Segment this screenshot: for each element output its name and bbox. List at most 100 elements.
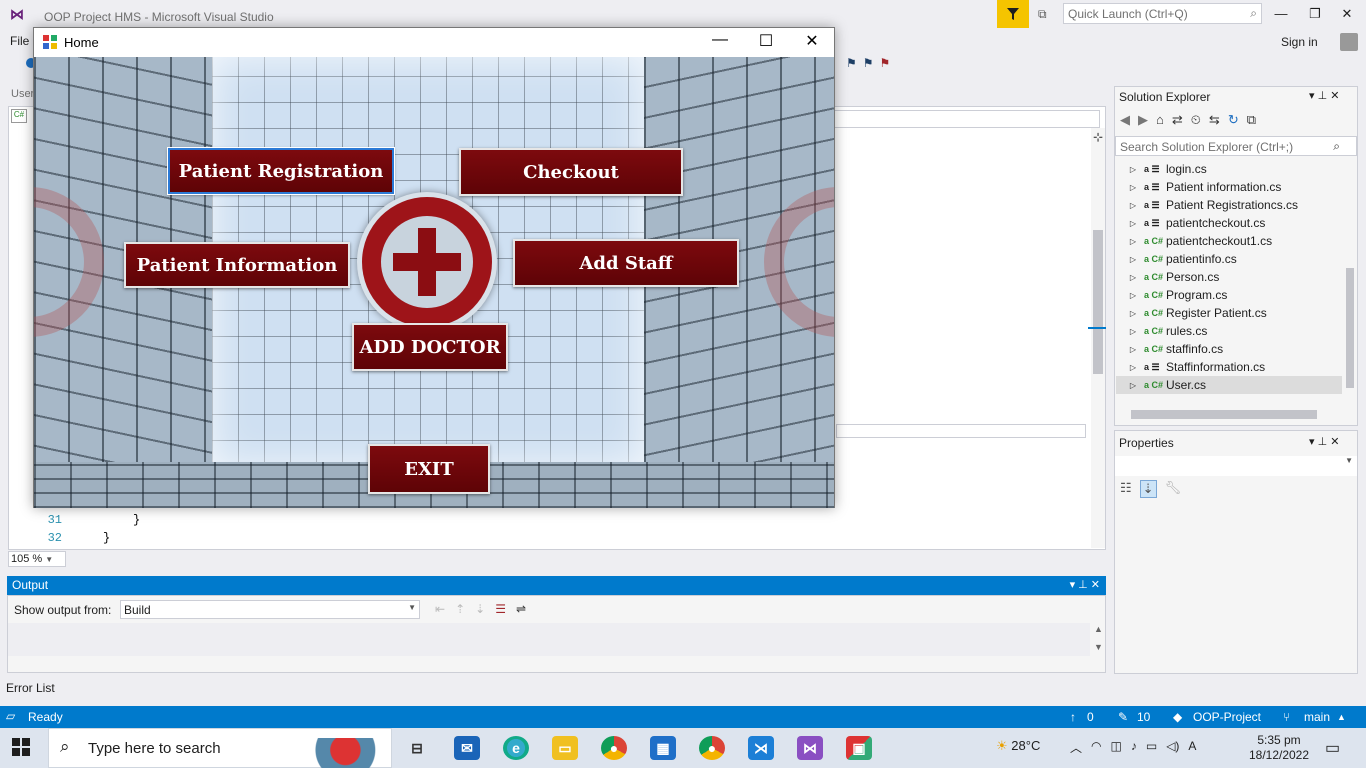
wifi-icon[interactable]: ◠ bbox=[1091, 739, 1101, 756]
language-icon[interactable]: A bbox=[1188, 739, 1196, 756]
home-minimize-button[interactable]: — bbox=[708, 31, 732, 53]
properties-object-select[interactable]: ▼ bbox=[1115, 456, 1357, 476]
next-message-icon[interactable]: ⇣ bbox=[475, 602, 485, 616]
file-explorer-icon[interactable]: ▭ bbox=[552, 736, 578, 760]
output-source-select[interactable]: Build ▼ bbox=[120, 600, 420, 619]
error-list-tab[interactable]: Error List bbox=[6, 681, 55, 695]
forward-icon[interactable]: ▶ bbox=[1138, 112, 1148, 130]
bookmark-next-icon[interactable]: ⚑ bbox=[863, 56, 874, 72]
task-view-icon[interactable]: ⊟ bbox=[404, 736, 430, 760]
home-close-button[interactable]: ✕ bbox=[800, 31, 824, 53]
quick-launch-input[interactable]: Quick Launch (Ctrl+Q) ⌕ bbox=[1063, 3, 1262, 24]
solution-file-item[interactable]: ▷ a C# Register Patient.cs bbox=[1116, 304, 1342, 322]
solution-file-item[interactable]: ▷ a C# patientinfo.cs bbox=[1116, 250, 1342, 268]
refresh-icon[interactable]: ↻ bbox=[1228, 112, 1239, 130]
speaker-icon[interactable]: ◁) bbox=[1166, 739, 1179, 756]
split-editor-icon[interactable]: ⊹ bbox=[1093, 130, 1103, 144]
expand-arrow-icon[interactable]: ▷ bbox=[1116, 237, 1144, 246]
collapse-all-icon[interactable]: ⧉ bbox=[1247, 112, 1256, 130]
show-hidden-icons-icon[interactable]: ︿ bbox=[1070, 739, 1082, 756]
expand-arrow-icon[interactable]: ▷ bbox=[1116, 165, 1144, 174]
expand-arrow-icon[interactable]: ▷ bbox=[1116, 363, 1144, 372]
code-line[interactable]: } bbox=[103, 531, 110, 545]
home-title-bar[interactable]: Home — ☐ ✕ bbox=[34, 28, 834, 57]
expand-arrow-icon[interactable]: ▷ bbox=[1116, 255, 1144, 264]
alphabetical-icon[interactable]: ⇣ bbox=[1139, 480, 1157, 498]
output-text-area[interactable] bbox=[8, 623, 1090, 656]
prev-message-icon[interactable]: ⇡ bbox=[455, 602, 465, 616]
patient-information-button[interactable]: Patient Information bbox=[124, 242, 350, 288]
editor-scroll-thumb[interactable] bbox=[1093, 230, 1103, 374]
home-maximize-button[interactable]: ☐ bbox=[754, 31, 778, 53]
solution-explorer-controls[interactable]: ▾ ⊥ ✕ bbox=[1309, 89, 1339, 102]
sign-in-link[interactable]: Sign in bbox=[1281, 35, 1318, 49]
solution-file-item[interactable]: ▷ a C# rules.cs bbox=[1116, 322, 1342, 340]
expand-arrow-icon[interactable]: ▷ bbox=[1116, 183, 1144, 192]
mail-icon[interactable]: ✉ bbox=[454, 736, 480, 760]
exit-button[interactable]: EXIT bbox=[368, 444, 490, 494]
property-pages-icon[interactable]: 🔧︎ bbox=[1165, 480, 1182, 498]
branch-up-icon[interactable]: ▲ bbox=[1337, 712, 1346, 722]
live-share-icon[interactable]: ⧉ bbox=[1038, 7, 1047, 22]
clear-all-icon[interactable]: ☰ bbox=[495, 602, 506, 616]
control-panel-icon[interactable]: ▣ bbox=[846, 736, 872, 760]
expand-arrow-icon[interactable]: ▷ bbox=[1116, 291, 1144, 300]
notifications-icon[interactable]: ▭ bbox=[1325, 738, 1340, 758]
battery-icon[interactable]: ▭ bbox=[1146, 739, 1157, 756]
store-icon[interactable]: ▦ bbox=[650, 736, 676, 760]
changes-count[interactable]: 10 bbox=[1137, 710, 1150, 724]
output-scroll-down-icon[interactable]: ▼ bbox=[1094, 642, 1103, 652]
patient-registration-button[interactable]: Patient Registration bbox=[167, 147, 395, 195]
word-wrap-icon[interactable]: ⇌ bbox=[516, 602, 526, 616]
solution-file-item[interactable]: ▷ a C# staffinfo.cs bbox=[1116, 340, 1342, 358]
expand-arrow-icon[interactable]: ▷ bbox=[1116, 381, 1144, 390]
repo-icon[interactable]: ◆ bbox=[1173, 710, 1182, 724]
sync-icon[interactable]: ⇆ bbox=[1209, 112, 1220, 130]
solution-file-item[interactable]: ▷ a ☰ patientcheckout.cs bbox=[1116, 214, 1342, 232]
member-dropdown[interactable] bbox=[830, 110, 1100, 128]
solution-file-item[interactable]: ▷ a ☰ Staffinformation.cs bbox=[1116, 358, 1342, 376]
expand-arrow-icon[interactable]: ▷ bbox=[1116, 309, 1144, 318]
pencil-icon[interactable]: ✎ bbox=[1118, 710, 1128, 724]
microphone-icon[interactable]: ♪ bbox=[1131, 739, 1137, 756]
close-button[interactable]: ✕ bbox=[1337, 6, 1357, 22]
add-staff-button[interactable]: Add Staff bbox=[513, 239, 739, 287]
find-message-icon[interactable]: ⇤ bbox=[435, 602, 445, 616]
visual-studio-icon[interactable]: ⋈ bbox=[797, 736, 823, 760]
back-icon[interactable]: ◀ bbox=[1120, 112, 1130, 130]
edge-icon[interactable]: e bbox=[503, 736, 529, 760]
categorized-icon[interactable]: ☷ bbox=[1120, 480, 1132, 498]
solution-file-item[interactable]: ▷ a C# Person.cs bbox=[1116, 268, 1342, 286]
push-count[interactable]: 0 bbox=[1087, 710, 1094, 724]
windows-start-icon[interactable] bbox=[12, 738, 32, 758]
account-avatar-icon[interactable] bbox=[1340, 33, 1358, 51]
pending-changes-icon[interactable]: ⏲ bbox=[1191, 112, 1201, 130]
switch-views-icon[interactable]: ⇄ bbox=[1172, 112, 1183, 130]
bookmark-icon[interactable]: ⚑ bbox=[846, 56, 857, 72]
taskbar-clock[interactable]: 5:35 pm 18/12/2022 bbox=[1248, 733, 1310, 763]
output-panel-controls[interactable]: ▾ ⊥ ✕ bbox=[1070, 578, 1100, 591]
solution-file-item[interactable]: ▷ a ☰ Patient information.cs bbox=[1116, 178, 1342, 196]
expand-arrow-icon[interactable]: ▷ bbox=[1116, 345, 1144, 354]
branch-icon[interactable]: ⑂ bbox=[1283, 710, 1290, 724]
feedback-filter-icon[interactable] bbox=[997, 0, 1029, 28]
expand-arrow-icon[interactable]: ▷ bbox=[1116, 201, 1144, 210]
branch-name[interactable]: main bbox=[1304, 710, 1330, 724]
chrome-icon[interactable]: ● bbox=[601, 736, 627, 760]
restore-button[interactable]: ❐ bbox=[1305, 6, 1325, 22]
minimize-button[interactable]: — bbox=[1271, 6, 1291, 21]
checkout-button[interactable]: Checkout bbox=[459, 148, 683, 196]
code-line[interactable]: } bbox=[133, 513, 140, 527]
solution-file-item[interactable]: ▷ a C# patientcheckout1.cs bbox=[1116, 232, 1342, 250]
add-doctor-button[interactable]: ADD DOCTOR bbox=[352, 323, 508, 371]
chrome-icon[interactable]: ● bbox=[699, 736, 725, 760]
output-scroll-up-icon[interactable]: ▲ bbox=[1094, 624, 1103, 634]
solution-file-item[interactable]: ▷ a C# User.cs bbox=[1116, 376, 1342, 394]
solution-search-input[interactable]: Search Solution Explorer (Ctrl+;) ⌕ bbox=[1115, 136, 1357, 156]
expand-arrow-icon[interactable]: ▷ bbox=[1116, 327, 1144, 336]
solution-horizontal-scrollbar[interactable] bbox=[1131, 410, 1317, 419]
weather-widget[interactable]: ☀ 28°C bbox=[996, 738, 1040, 754]
expand-arrow-icon[interactable]: ▷ bbox=[1116, 219, 1144, 228]
expand-arrow-icon[interactable]: ▷ bbox=[1116, 273, 1144, 282]
output-panel-header[interactable]: Output ▾ ⊥ ✕ bbox=[7, 576, 1106, 595]
